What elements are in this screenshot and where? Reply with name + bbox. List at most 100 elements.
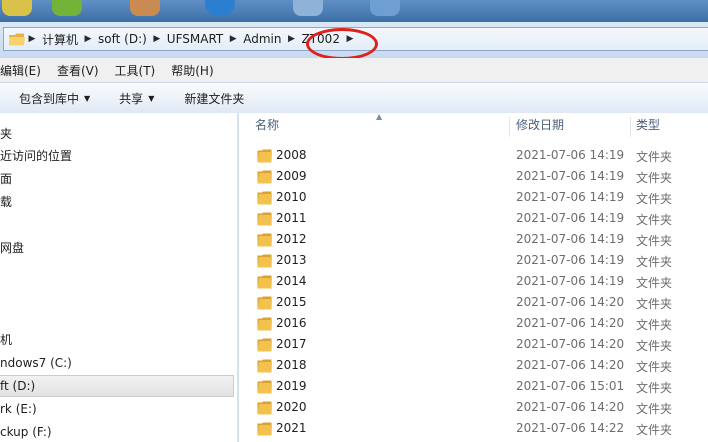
folder-icon bbox=[257, 170, 272, 184]
file-name: 2019 bbox=[276, 379, 307, 393]
file-type: 文件夹 bbox=[636, 297, 673, 311]
nav-item-favorites[interactable]: 夹 bbox=[0, 124, 12, 144]
file-type: 文件夹 bbox=[636, 276, 673, 290]
share-button[interactable]: 共享 ▼ bbox=[119, 90, 154, 107]
file-name: 2016 bbox=[276, 316, 307, 330]
file-date: 2021-07-06 14:19 bbox=[516, 211, 625, 225]
file-type: 文件夹 bbox=[636, 402, 673, 416]
file-date: 2021-07-06 14:19 bbox=[516, 274, 625, 288]
column-header-name[interactable]: 名称 bbox=[255, 113, 279, 138]
file-name: 2015 bbox=[276, 295, 307, 309]
desktop-icon[interactable] bbox=[293, 0, 323, 16]
table-row[interactable]: 2015 2021-07-06 14:20 文件夹 bbox=[239, 293, 708, 314]
file-date: 2021-07-06 14:20 bbox=[516, 337, 625, 351]
nav-item-computer[interactable]: 机 bbox=[0, 330, 12, 350]
file-type: 文件夹 bbox=[636, 423, 673, 437]
column-header-type[interactable]: 类型 bbox=[636, 113, 660, 138]
file-date: 2021-07-06 14:20 bbox=[516, 358, 625, 372]
file-name: 2018 bbox=[276, 358, 307, 372]
new-folder-label: 新建文件夹 bbox=[184, 91, 245, 106]
file-name: 2021 bbox=[276, 421, 307, 435]
nav-item-cloud-drive[interactable]: 网盘 bbox=[0, 238, 24, 258]
folder-icon bbox=[257, 317, 272, 331]
chevron-right-icon[interactable]: ▶ bbox=[285, 34, 299, 44]
breadcrumb-admin[interactable]: Admin bbox=[240, 28, 284, 50]
menu-bar: 编辑(E) 查看(V) 工具(T) 帮助(H) bbox=[0, 58, 708, 82]
folder-icon bbox=[257, 233, 272, 247]
nav-item-drive-c[interactable]: ndows7 (C:) bbox=[0, 353, 72, 373]
desktop-icon[interactable] bbox=[52, 0, 82, 16]
folder-icon bbox=[257, 401, 272, 415]
table-row[interactable]: 2018 2021-07-06 14:20 文件夹 bbox=[239, 356, 708, 377]
table-row[interactable]: 2009 2021-07-06 14:19 文件夹 bbox=[239, 167, 708, 188]
table-row[interactable]: 2017 2021-07-06 14:20 文件夹 bbox=[239, 335, 708, 356]
chevron-right-icon[interactable]: ▶ bbox=[150, 34, 164, 44]
folder-icon bbox=[257, 275, 272, 289]
desktop-icon[interactable] bbox=[370, 0, 400, 16]
nav-item-drive-e[interactable]: rk (E:) bbox=[0, 399, 37, 419]
file-date: 2021-07-06 14:20 bbox=[516, 295, 625, 309]
chevron-right-icon[interactable]: ▶ bbox=[25, 34, 39, 44]
file-date: 2021-07-06 14:20 bbox=[516, 316, 625, 330]
desktop-icon[interactable] bbox=[205, 0, 235, 16]
folder-icon bbox=[9, 33, 25, 46]
include-in-library-button[interactable]: 包含到库中 ▼ bbox=[19, 90, 90, 107]
breadcrumb-soft-d[interactable]: soft (D:) bbox=[95, 28, 150, 50]
dropdown-arrow-icon: ▼ bbox=[148, 93, 155, 103]
column-header-date[interactable]: 修改日期 bbox=[516, 113, 564, 138]
file-date: 2021-07-06 14:19 bbox=[516, 253, 625, 267]
file-name: 2020 bbox=[276, 400, 307, 414]
file-type: 文件夹 bbox=[636, 255, 673, 269]
file-date: 2021-07-06 14:20 bbox=[516, 400, 625, 414]
nav-item-drive-f[interactable]: ckup (F:) bbox=[0, 422, 52, 442]
breadcrumb-ufsmart[interactable]: UFSMART bbox=[164, 28, 226, 50]
table-row[interactable]: 2019 2021-07-06 15:01 文件夹 bbox=[239, 377, 708, 398]
breadcrumb-computer[interactable]: 计算机 bbox=[39, 28, 81, 50]
menu-help[interactable]: 帮助(H) bbox=[171, 62, 221, 79]
file-list: ▲ 名称 修改日期 类型 2008 2021-07-06 14:19 文件夹 2009… bbox=[239, 112, 708, 442]
folder-icon bbox=[257, 212, 272, 226]
folder-icon bbox=[257, 296, 272, 310]
share-label: 共享 bbox=[119, 91, 144, 106]
chevron-right-icon[interactable]: ▶ bbox=[226, 34, 240, 44]
menu-edit[interactable]: 编辑(E) bbox=[0, 62, 49, 79]
column-divider[interactable] bbox=[509, 117, 510, 137]
table-row[interactable]: 2012 2021-07-06 14:19 文件夹 bbox=[239, 230, 708, 251]
navigation-pane: 夹 近访问的位置 面 载 网盘 机 ndows7 (C:) ft (D:) rk… bbox=[0, 113, 237, 442]
table-row[interactable]: 2010 2021-07-06 14:19 文件夹 bbox=[239, 188, 708, 209]
folder-icon bbox=[257, 149, 272, 163]
desktop-icon[interactable] bbox=[2, 0, 32, 16]
nav-item-recent-places[interactable]: 近访问的位置 bbox=[0, 146, 72, 166]
file-type: 文件夹 bbox=[636, 381, 673, 395]
dropdown-arrow-icon: ▼ bbox=[84, 93, 91, 103]
nav-item-desktop[interactable]: 面 bbox=[0, 169, 12, 189]
folder-icon bbox=[257, 359, 272, 373]
table-row[interactable]: 2021 2021-07-06 14:22 文件夹 bbox=[239, 419, 708, 440]
file-date: 2021-07-06 14:19 bbox=[516, 190, 625, 204]
table-row[interactable]: 2008 2021-07-06 14:19 文件夹 bbox=[239, 146, 708, 167]
table-row[interactable]: 2014 2021-07-06 14:19 文件夹 bbox=[239, 272, 708, 293]
nav-item-drive-d[interactable]: ft (D:) bbox=[0, 376, 35, 396]
file-type: 文件夹 bbox=[636, 339, 673, 353]
folder-icon bbox=[257, 191, 272, 205]
file-date: 2021-07-06 14:19 bbox=[516, 148, 625, 162]
table-row[interactable]: 2020 2021-07-06 14:20 文件夹 bbox=[239, 398, 708, 419]
new-folder-button[interactable]: 新建文件夹 bbox=[184, 90, 244, 107]
column-divider[interactable] bbox=[630, 117, 631, 137]
file-type: 文件夹 bbox=[636, 213, 673, 227]
file-name: 2017 bbox=[276, 337, 307, 351]
folder-icon bbox=[257, 380, 272, 394]
table-row[interactable]: 2016 2021-07-06 14:20 文件夹 bbox=[239, 314, 708, 335]
table-row[interactable]: 2011 2021-07-06 14:19 文件夹 bbox=[239, 209, 708, 230]
file-name: 2010 bbox=[276, 190, 307, 204]
file-date: 2021-07-06 14:22 bbox=[516, 421, 625, 435]
chevron-right-icon[interactable]: ▶ bbox=[81, 34, 95, 44]
table-row[interactable]: 2013 2021-07-06 14:19 文件夹 bbox=[239, 251, 708, 272]
nav-item-downloads[interactable]: 载 bbox=[0, 192, 12, 212]
menu-view[interactable]: 查看(V) bbox=[57, 62, 107, 79]
desktop-icon[interactable] bbox=[130, 0, 160, 16]
menu-tools[interactable]: 工具(T) bbox=[115, 62, 164, 79]
file-type: 文件夹 bbox=[636, 171, 673, 185]
file-date: 2021-07-06 15:01 bbox=[516, 379, 625, 393]
include-in-library-label: 包含到库中 bbox=[19, 91, 80, 106]
